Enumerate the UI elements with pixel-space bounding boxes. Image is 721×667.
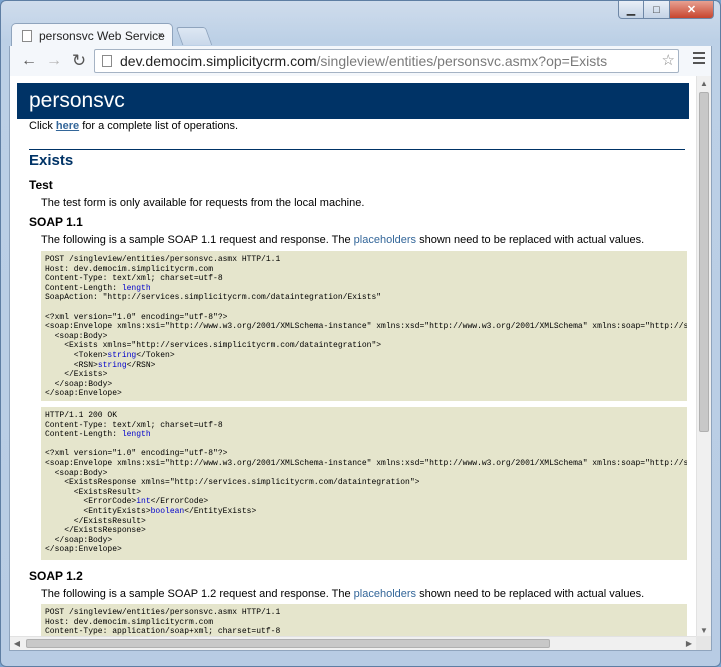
test-heading: Test [29,178,53,192]
scroll-up-arrow-icon[interactable]: ▲ [697,76,711,90]
service-heading: personsvc [17,83,689,119]
address-bar[interactable]: dev.democim.simplicitycrm.com/singleview… [94,49,679,73]
vertical-scrollbar[interactable]: ▲ ▼ [696,76,711,637]
forward-arrow-icon[interactable]: → [43,50,65,72]
soap11-heading: SOAP 1.1 [29,215,83,229]
new-tab-button[interactable] [175,27,213,45]
scrollbar-corner [696,636,711,650]
page-icon [102,55,112,67]
soap11-response-sample: HTTP/1.1 200 OK Content-Type: text/xml; … [41,407,687,560]
close-icon[interactable]: × [158,30,164,42]
soap11-text: The following is a sample SOAP 1.1 reque… [41,234,645,246]
soap12-text: The following is a sample SOAP 1.2 reque… [41,588,645,600]
bookmark-star-icon[interactable]: ☆ [662,51,675,69]
soap12-heading: SOAP 1.2 [29,569,83,583]
page-icon [22,29,32,42]
soap12-request-sample: POST /singleview/entities/personsvc.asmx… [41,604,687,637]
placeholders-link-2[interactable]: placeholders [354,588,416,600]
soap11-request-sample: POST /singleview/entities/personsvc.asmx… [41,251,687,401]
operations-link[interactable]: here [56,120,79,132]
url-path: /singleview/entities/personsvc.asmx?op=E… [316,53,608,69]
intro-text: Click here for a complete list of operat… [29,120,239,132]
test-text: The test form is only available for requ… [41,197,365,209]
scroll-down-arrow-icon[interactable]: ▼ [697,623,711,637]
horizontal-scrollbar[interactable]: ◀ ▶ [10,636,696,650]
page-content: personsvc Click here for a complete list… [10,76,696,637]
divider [29,149,685,150]
browser-window: ▁ □ ✕ personsvc Web Service × ← → ↻ dev.… [0,0,721,667]
scroll-left-arrow-icon[interactable]: ◀ [10,637,24,650]
scroll-right-arrow-icon[interactable]: ▶ [682,637,696,650]
reload-icon[interactable]: ↻ [68,50,90,72]
hamburger-menu-icon[interactable] [693,52,705,66]
maximize-button[interactable]: □ [644,1,670,19]
page-viewport: personsvc Click here for a complete list… [9,76,712,651]
window-controls: ▁ □ ✕ [618,1,714,19]
vertical-scroll-thumb[interactable] [699,92,709,432]
url-host: dev.democim.simplicitycrm.com [120,53,317,69]
back-arrow-icon[interactable]: ← [18,50,40,72]
close-window-button[interactable]: ✕ [670,1,714,19]
url-text[interactable]: dev.democim.simplicitycrm.com/singleview… [120,53,607,69]
tab-personsvc[interactable]: personsvc Web Service × [11,23,173,47]
operation-title: Exists [29,152,74,169]
horizontal-scroll-thumb[interactable] [26,639,550,648]
placeholders-link[interactable]: placeholders [354,234,416,246]
minimize-button[interactable]: ▁ [618,1,644,19]
tab-title: personsvc Web Service [39,28,165,43]
browser-toolbar: ← → ↻ dev.democim.simplicitycrm.com/sing… [9,46,712,76]
